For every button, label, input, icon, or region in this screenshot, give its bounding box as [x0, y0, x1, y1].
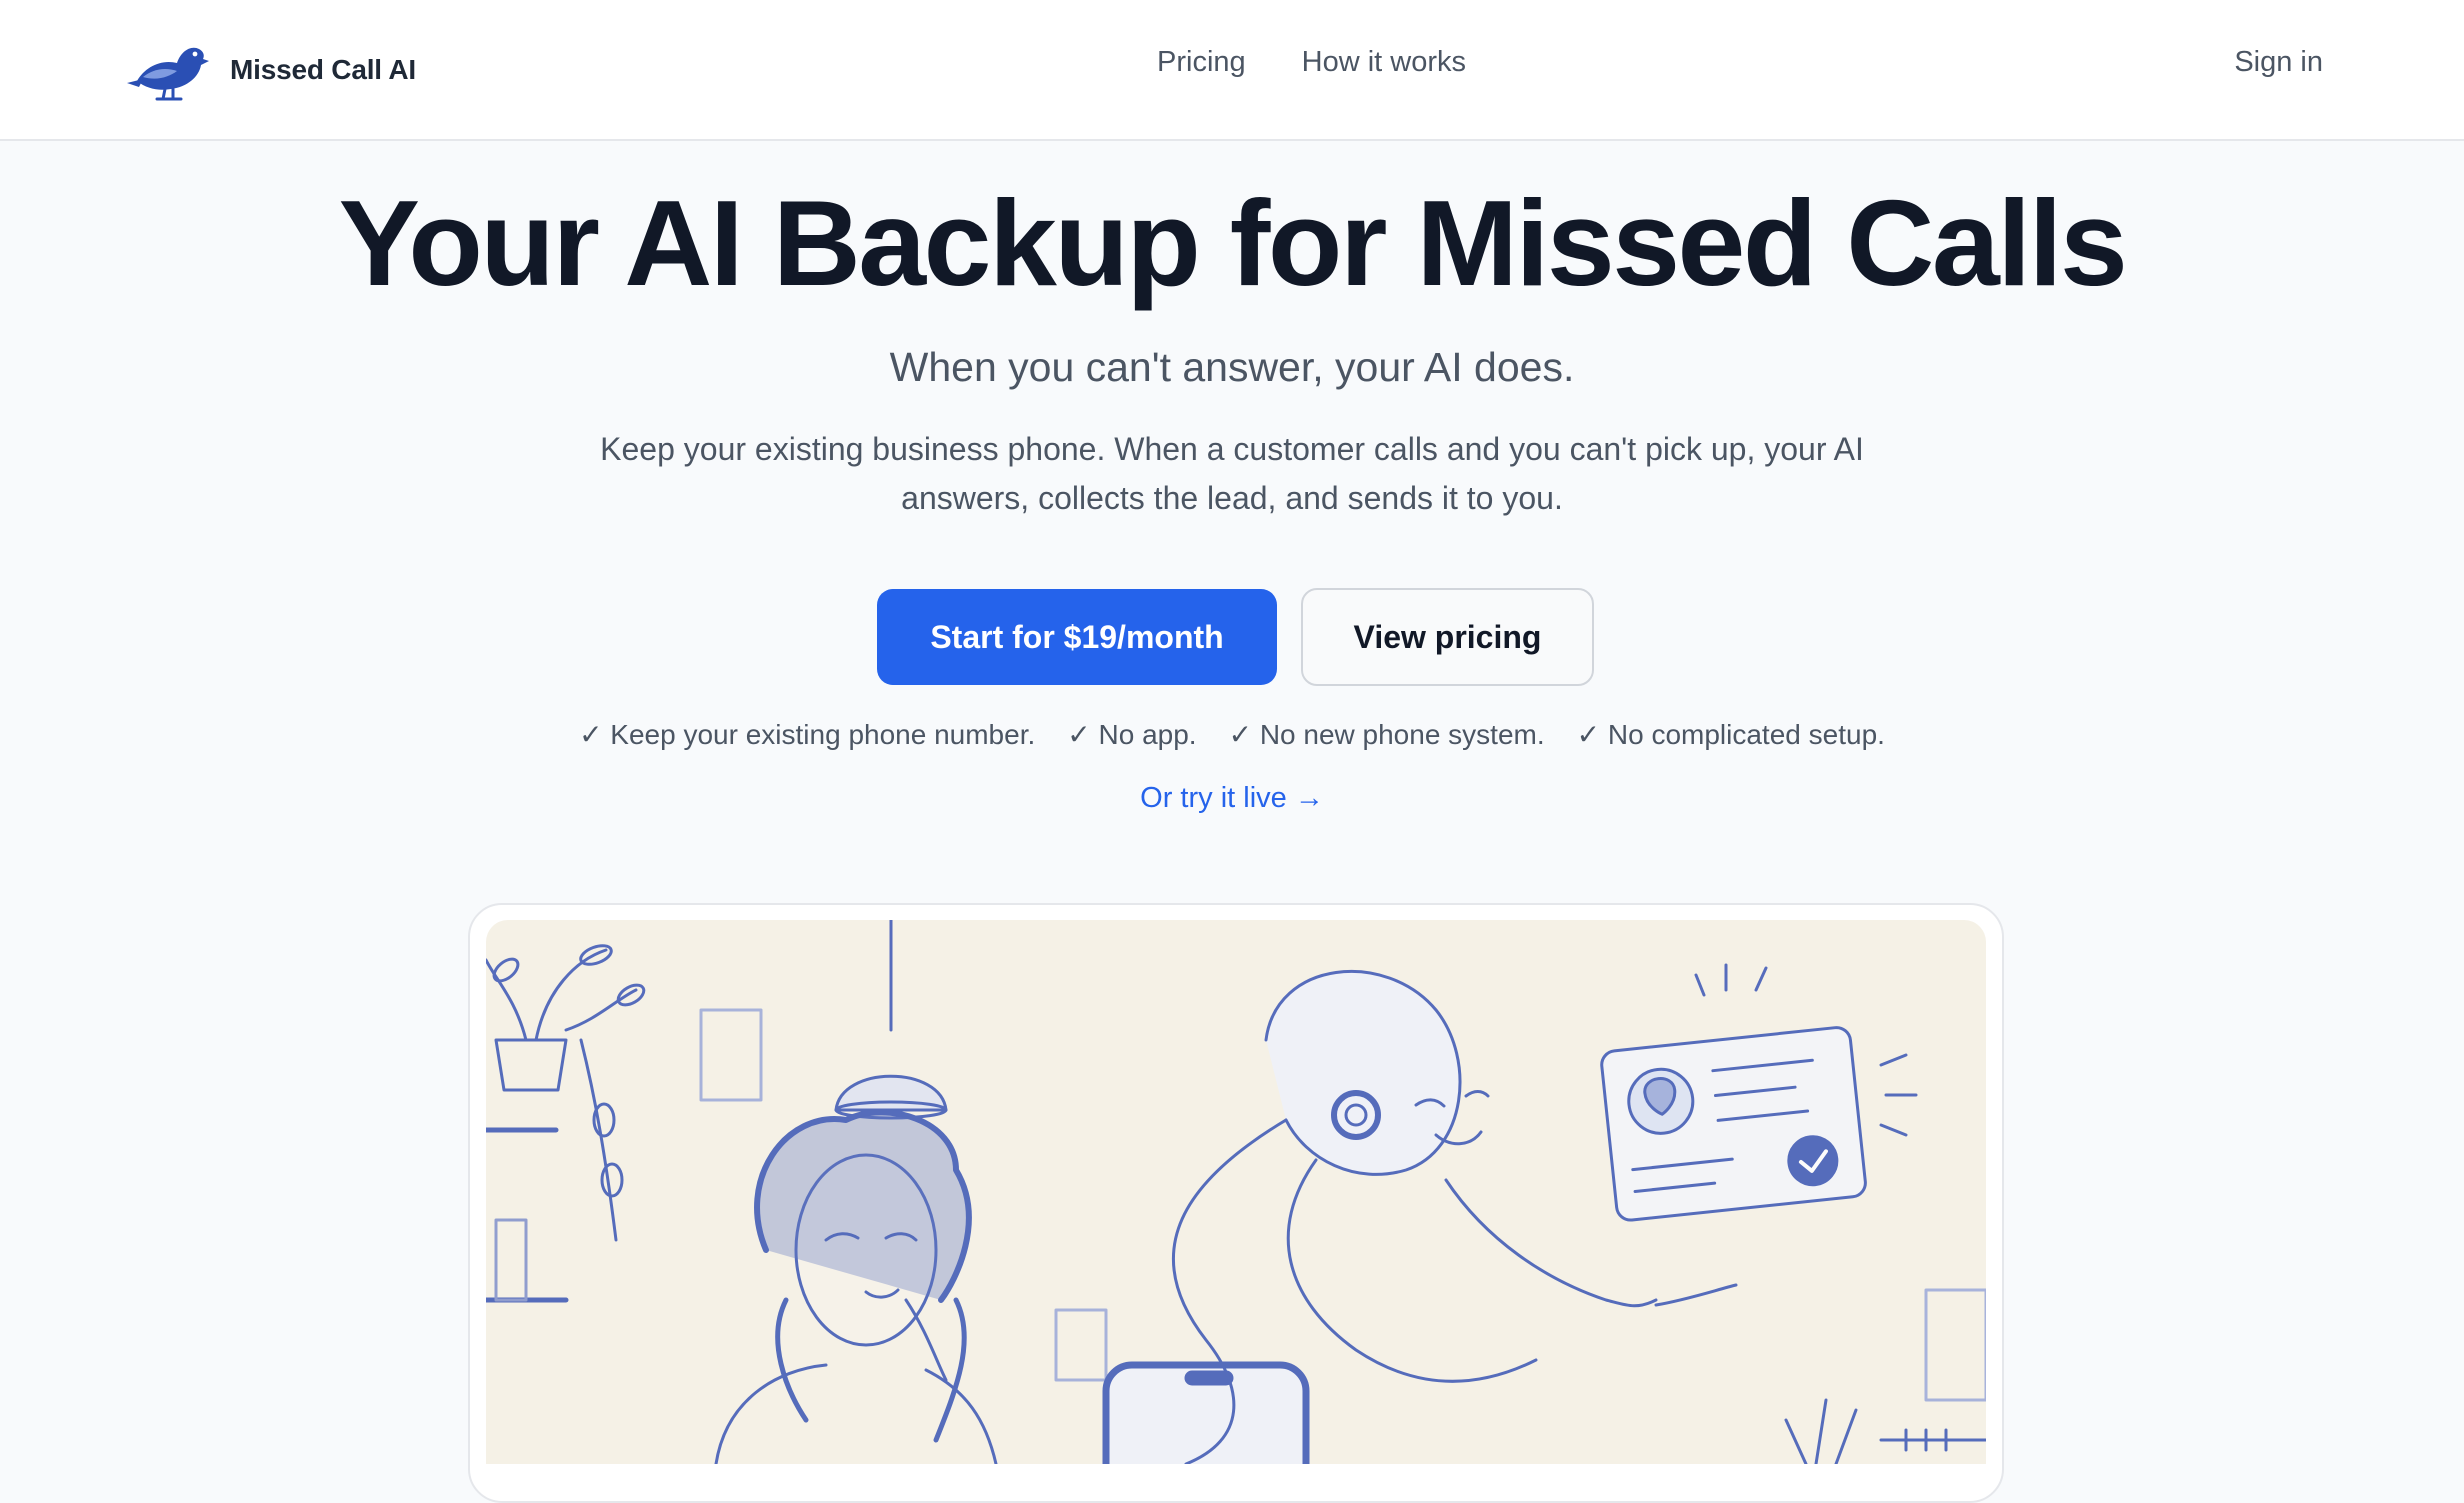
- check-item-no-phone-system: ✓ No new phone system.: [1228, 719, 1545, 750]
- hero-description: Keep your existing business phone. When …: [600, 431, 1864, 516]
- brand-logo-link[interactable]: Missed Call AI: [127, 35, 416, 105]
- feature-checklist: ✓ Keep your existing phone number. ✓ No …: [0, 718, 2464, 751]
- sign-in-link[interactable]: Sign in: [2234, 46, 2323, 79]
- hero-illustration: [486, 920, 1986, 1464]
- nav-link-how-it-works[interactable]: How it works: [1302, 46, 1466, 79]
- ai-assistant-illustration: [486, 920, 1986, 1464]
- check-item-no-app: ✓ No app.: [1067, 719, 1197, 750]
- top-navbar: Missed Call AI Pricing How it works Sign…: [0, 0, 2464, 141]
- hero-title: Your AI Backup for Missed Calls: [338, 175, 2128, 311]
- view-pricing-button[interactable]: View pricing: [1301, 588, 1594, 686]
- hero-subtitle: When you can't answer, your AI does.: [889, 344, 1575, 390]
- check-item-existing-number: ✓ Keep your existing phone number.: [579, 719, 1036, 750]
- main-nav: Pricing How it works: [1157, 46, 1466, 79]
- bird-icon: [127, 47, 209, 101]
- nav-link-pricing[interactable]: Pricing: [1157, 46, 1246, 79]
- brand-name: Missed Call AI: [230, 54, 416, 85]
- start-subscription-button[interactable]: Start for $19/month: [877, 589, 1277, 685]
- check-item-no-setup: ✓ No complicated setup.: [1576, 719, 1885, 750]
- try-it-live-link[interactable]: Or try it live →: [0, 782, 2464, 815]
